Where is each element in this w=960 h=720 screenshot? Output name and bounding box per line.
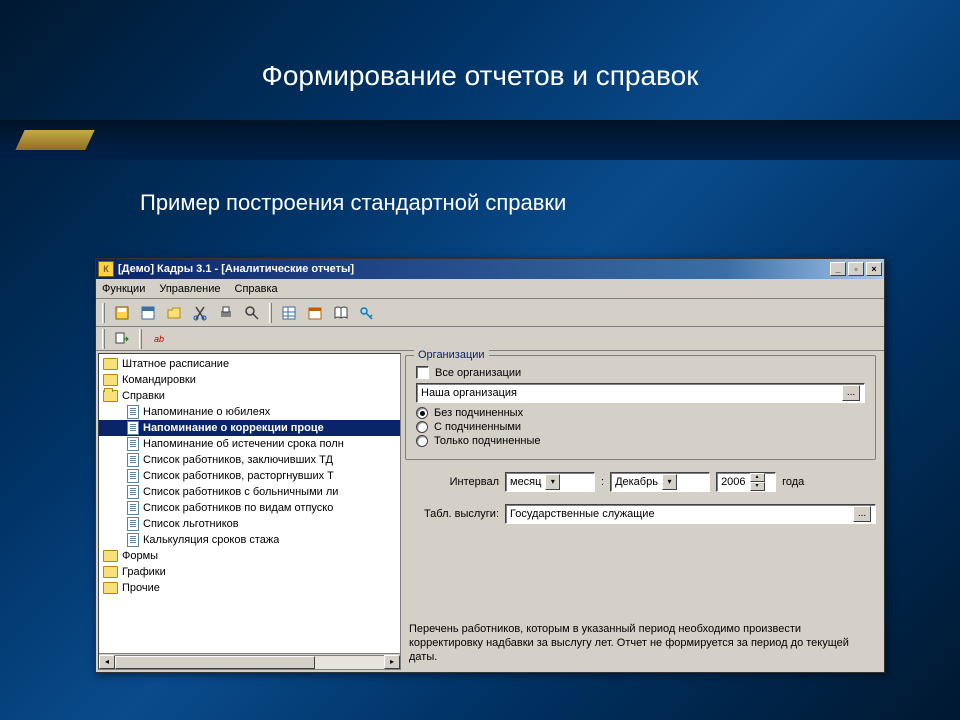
- decorative-stripe: [15, 130, 94, 150]
- scroll-thumb[interactable]: [115, 656, 315, 669]
- tool-text-icon[interactable]: ab: [148, 329, 170, 349]
- slide-subtitle: Пример построения стандартной справки: [140, 190, 566, 216]
- interval-month-combo[interactable]: Декабрь ▾: [610, 472, 710, 492]
- slide-title: Формирование отчетов и справок: [0, 60, 960, 92]
- tool-print-icon[interactable]: [215, 303, 237, 323]
- maximize-button[interactable]: ▫: [848, 262, 864, 276]
- tree-item-expiry-reminder[interactable]: Напоминание об истечении срока полн: [99, 436, 400, 452]
- report-description: Перечень работников, которым в указанный…: [405, 616, 876, 668]
- decorative-band: [0, 120, 960, 160]
- tree-item-trips[interactable]: Командировки: [99, 372, 400, 388]
- tree-item-other[interactable]: Прочие: [99, 580, 400, 596]
- chevron-down-icon[interactable]: ▾: [545, 474, 560, 490]
- parameters-panel: Организации Все организации Наша организ…: [403, 353, 882, 670]
- radio-no-subs[interactable]: [416, 407, 428, 419]
- radio-no-subs-label: Без подчиненных: [434, 407, 523, 419]
- tree-item-schedule[interactable]: Штатное расписание: [99, 356, 400, 372]
- menubar: Функции Управление Справка: [96, 279, 884, 299]
- radio-only-subs[interactable]: [416, 435, 428, 447]
- tool-grid-icon[interactable]: [278, 303, 300, 323]
- tree-item-jubilee-reminder[interactable]: Напоминание о юбилеях: [99, 404, 400, 420]
- titlebar: К [Демо] Кадры 3.1 - [Аналитические отче…: [96, 259, 884, 279]
- organizations-group: Организации Все организации Наша организ…: [405, 355, 876, 460]
- menu-help[interactable]: Справка: [235, 283, 278, 295]
- all-orgs-label: Все организации: [435, 367, 521, 379]
- tree-item-terminated-td[interactable]: Список работников, расторгнувших Т: [99, 468, 400, 484]
- tree-item-correction-reminder[interactable]: Напоминание о коррекции проце: [99, 420, 400, 436]
- spin-up-button[interactable]: ▴: [750, 473, 765, 482]
- tool-open-icon[interactable]: [163, 303, 185, 323]
- table-label: Табл. выслуги:: [405, 508, 499, 520]
- tree-item-sick-leave[interactable]: Список работников с больничными ли: [99, 484, 400, 500]
- scroll-left-button[interactable]: ◂: [99, 655, 115, 669]
- org-field[interactable]: Наша организация ...: [416, 383, 865, 403]
- year-spinner[interactable]: 2006 ▴ ▾: [716, 472, 776, 492]
- radio-with-subs[interactable]: [416, 421, 428, 433]
- tool-search-icon[interactable]: [241, 303, 263, 323]
- menu-functions[interactable]: Функции: [102, 283, 145, 295]
- tool-cut-icon[interactable]: [189, 303, 211, 323]
- radio-only-subs-label: Только подчиненные: [434, 435, 541, 447]
- app-window: К [Демо] Кадры 3.1 - [Аналитические отче…: [95, 258, 885, 673]
- radio-with-subs-label: С подчиненными: [434, 421, 521, 433]
- toolbar-main: [96, 299, 884, 327]
- tool-save-icon[interactable]: [111, 303, 133, 323]
- org-browse-button[interactable]: ...: [842, 385, 860, 401]
- tree-item-benefits[interactable]: Список льготников: [99, 516, 400, 532]
- organizations-legend: Организации: [414, 349, 489, 361]
- tool-calendar-icon[interactable]: [304, 303, 326, 323]
- tool-key-icon[interactable]: [356, 303, 378, 323]
- toolbar-secondary: ab: [96, 327, 884, 351]
- tool-book-icon[interactable]: [330, 303, 352, 323]
- chevron-down-icon[interactable]: ▾: [662, 474, 677, 490]
- tree-item-references[interactable]: Справки: [99, 388, 400, 404]
- tree-item-seniority-calc[interactable]: Калькуляция сроков стажа: [99, 532, 400, 548]
- report-tree: Штатное расписание Командировки Справки …: [98, 353, 401, 670]
- interval-label: Интервал: [405, 476, 499, 488]
- tree-item-forms[interactable]: Формы: [99, 548, 400, 564]
- year-suffix: года: [782, 476, 804, 488]
- close-button[interactable]: ×: [866, 262, 882, 276]
- spin-down-button[interactable]: ▾: [750, 482, 765, 491]
- window-title: [Демо] Кадры 3.1 - [Аналитические отчеты…: [118, 263, 354, 275]
- scroll-right-button[interactable]: ▸: [384, 655, 400, 669]
- tool-export-icon[interactable]: [111, 329, 133, 349]
- tree-hscrollbar[interactable]: ◂ ▸: [99, 653, 400, 669]
- app-icon: К: [98, 261, 114, 277]
- tree-item-charts[interactable]: Графики: [99, 564, 400, 580]
- table-browse-button[interactable]: ...: [853, 506, 871, 522]
- tool-form-icon[interactable]: [137, 303, 159, 323]
- tree-item-vacation-types[interactable]: Список работников по видам отпуско: [99, 500, 400, 516]
- minimize-button[interactable]: _: [830, 262, 846, 276]
- interval-unit-combo[interactable]: месяц ▾: [505, 472, 595, 492]
- tree-item-concluded-td[interactable]: Список работников, заключивших ТД: [99, 452, 400, 468]
- menu-manage[interactable]: Управление: [159, 283, 220, 295]
- seniority-table-field[interactable]: Государственные служащие ...: [505, 504, 876, 524]
- all-orgs-checkbox[interactable]: [416, 366, 429, 379]
